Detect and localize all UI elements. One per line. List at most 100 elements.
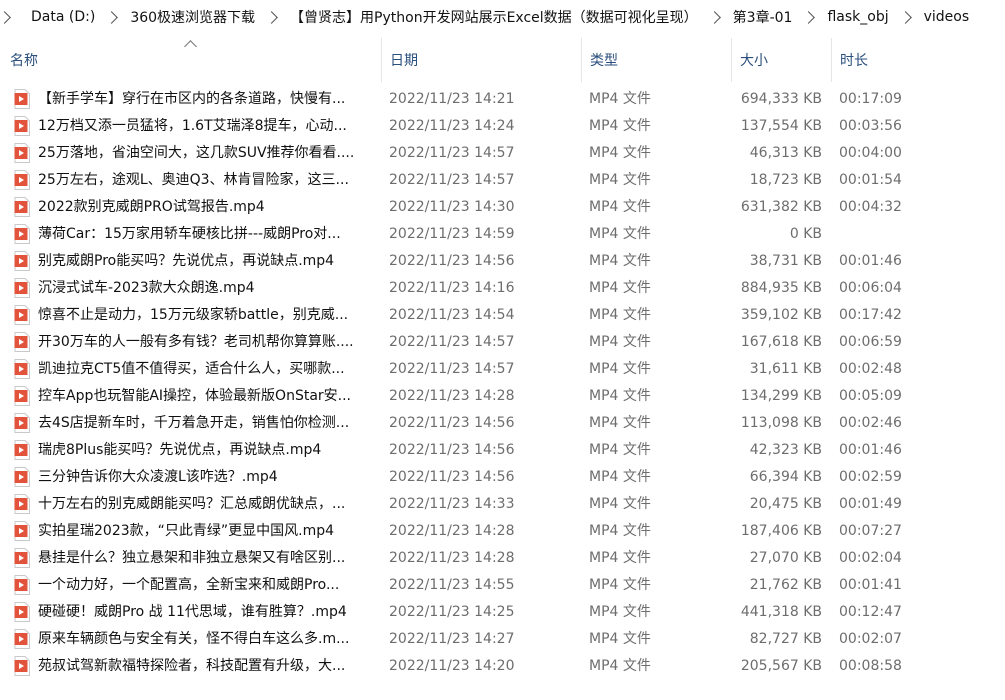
file-type: MP4 文件 xyxy=(589,631,651,647)
file-name: 凯迪拉克CT5值不值得买，适合什么人，买哪款... xyxy=(38,361,345,377)
breadcrumb-item[interactable]: videos xyxy=(920,0,974,34)
file-row[interactable]: 一个动力好，一个配置高，全新宝来和威朗Pro... 2022/11/23 14:5… xyxy=(0,572,1005,599)
file-duration: 00:17:09 xyxy=(839,91,902,107)
file-row[interactable]: 【新手学车】穿行在市区内的各条道路，快慢有... 2022/11/23 14:21… xyxy=(0,86,1005,113)
chevron-right-icon[interactable] xyxy=(105,10,119,24)
file-name: 25万落地，省油空间大，这几款SUV推荐你看看.... xyxy=(38,145,355,161)
breadcrumb-item[interactable]: 360极速浏览器下载 xyxy=(126,0,259,34)
file-type: MP4 文件 xyxy=(589,388,651,404)
file-row[interactable]: 沉浸式试车-2023款大众朗逸.mp4 2022/11/23 14:16 MP4 文… xyxy=(0,275,1005,302)
file-date: 2022/11/23 14:57 xyxy=(389,361,515,377)
file-name: 【新手学车】穿行在市区内的各条道路，快慢有... xyxy=(38,91,346,107)
chevron-right-icon[interactable] xyxy=(707,10,721,24)
file-name: 一个动力好，一个配置高，全新宝来和威朗Pro... xyxy=(38,577,340,593)
column-header-name[interactable]: 名称 xyxy=(2,38,382,82)
file-row[interactable]: 三分钟告诉你大众凌渡L该咋选？.mp4 2022/11/23 14:56 MP4 文… xyxy=(0,464,1005,491)
breadcrumb-item[interactable]: flask_obj xyxy=(823,0,892,34)
file-date: 2022/11/23 14:24 xyxy=(389,118,515,134)
file-type: MP4 文件 xyxy=(589,226,651,242)
file-name: 苑叔试驾新款福特探险者，科技配置有升级，大... xyxy=(38,658,346,674)
file-duration: 00:04:00 xyxy=(839,145,902,161)
file-size: 134,299 KB xyxy=(740,388,822,404)
file-row[interactable]: 苑叔试驾新款福特探险者，科技配置有升级，大... 2022/11/23 14:20… xyxy=(0,653,1005,680)
file-date: 2022/11/23 14:20 xyxy=(389,658,515,674)
file-row[interactable]: 去4S店提新车时，千万着急开走，销售怕你检测... 2022/11/23 14:5… xyxy=(0,410,1005,437)
file-size: 137,554 KB xyxy=(740,118,822,134)
breadcrumb-label: 360极速浏览器下载 xyxy=(130,10,256,26)
file-row[interactable]: 原来车辆颜色与安全有关，怪不得白车这么多.m... 2022/11/23 14:2… xyxy=(0,626,1005,653)
chevron-right-icon[interactable] xyxy=(898,10,912,24)
file-row[interactable]: 12万档又添一员猛将，1.6T艾瑞泽8提车，心动... 2022/11/23 14… xyxy=(0,113,1005,140)
file-type: MP4 文件 xyxy=(589,145,651,161)
file-row[interactable]: 十万左右的别克威朗能买吗？汇总威朗优缺点，... 2022/11/23 14:33… xyxy=(0,491,1005,518)
breadcrumb-label: Data (D:) xyxy=(31,9,96,25)
video-file-icon xyxy=(13,386,31,406)
file-size: 187,406 KB xyxy=(740,523,822,539)
file-duration: 00:02:07 xyxy=(839,631,902,647)
file-size: 46,313 KB xyxy=(749,145,822,161)
column-header-type[interactable]: 类型 xyxy=(581,38,731,82)
file-type: MP4 文件 xyxy=(589,361,651,377)
file-date: 2022/11/23 14:30 xyxy=(389,199,515,215)
breadcrumb-item[interactable]: 第3章-01 xyxy=(729,0,797,34)
file-duration: 00:01:41 xyxy=(839,577,902,593)
file-name: 12万档又添一员猛将，1.6T艾瑞泽8提车，心动... xyxy=(38,118,347,134)
file-type: MP4 文件 xyxy=(589,118,651,134)
video-file-icon xyxy=(13,413,31,433)
file-row[interactable]: 实拍星瑞2023款，“只此青绿”更显中国风.mp4 2022/11/23 14:2… xyxy=(0,518,1005,545)
file-duration: 00:02:04 xyxy=(839,550,902,566)
file-row[interactable]: 别克威朗Pro能买吗？先说优点，再说缺点.mp4 2022/11/23 14:56… xyxy=(0,248,1005,275)
file-size: 113,098 KB xyxy=(740,415,822,431)
file-duration: 00:17:42 xyxy=(839,307,902,323)
file-row[interactable]: 悬挂是什么？独立悬架和非独立悬架又有啥区别... 2022/11/23 14:28… xyxy=(0,545,1005,572)
file-size: 38,731 KB xyxy=(749,253,822,269)
file-type: MP4 文件 xyxy=(589,199,651,215)
file-date: 2022/11/23 14:59 xyxy=(389,226,515,242)
file-row[interactable]: 凯迪拉克CT5值不值得买，适合什么人，买哪款... 2022/11/23 14:5… xyxy=(0,356,1005,383)
file-row[interactable]: 25万落地，省油空间大，这几款SUV推荐你看看.... 2022/11/23 14… xyxy=(0,140,1005,167)
file-name: 硬碰硬！威朗Pro 战 11代思域，谁有胜算？.mp4 xyxy=(38,604,347,620)
file-name: 薄荷Car：15万家用轿车硬核比拼---威朗Pro对... xyxy=(38,226,341,242)
file-row[interactable]: 惊喜不止是动力，15万元级家轿battle，别克威... 2022/11/23 1… xyxy=(0,302,1005,329)
file-row[interactable]: 开30万车的人一般有多有钱？老司机帮你算算账.... 2022/11/23 14:… xyxy=(0,329,1005,356)
file-duration: 00:06:04 xyxy=(839,280,902,296)
file-type: MP4 文件 xyxy=(589,334,651,350)
file-duration: 00:08:58 xyxy=(839,658,902,674)
file-size: 42,323 KB xyxy=(749,442,822,458)
file-size: 694,333 KB xyxy=(740,91,822,107)
file-type: MP4 文件 xyxy=(589,469,651,485)
breadcrumb-label: 第3章-01 xyxy=(732,10,793,26)
file-size: 441,318 KB xyxy=(740,604,822,620)
file-duration: 00:02:59 xyxy=(839,469,902,485)
chevron-right-icon[interactable] xyxy=(802,10,816,24)
file-duration: 00:07:27 xyxy=(839,523,902,539)
file-name: 十万左右的别克威朗能买吗？汇总威朗优缺点，... xyxy=(38,496,346,512)
breadcrumb-item[interactable]: Data (D:) xyxy=(8,0,99,34)
file-date: 2022/11/23 14:55 xyxy=(389,577,515,593)
file-name: 三分钟告诉你大众凌渡L该咋选？.mp4 xyxy=(38,469,278,485)
video-file-icon xyxy=(13,656,31,676)
breadcrumb-label: videos xyxy=(923,9,970,25)
file-row[interactable]: 2022款别克威朗PRO试驾报告.mp4 2022/11/23 14:30 MP4 … xyxy=(0,194,1005,221)
video-file-icon xyxy=(13,224,31,244)
file-name: 瑞虎8Plus能买吗？先说优点，再说缺点.mp4 xyxy=(38,442,322,458)
file-row[interactable]: 瑞虎8Plus能买吗？先说优点，再说缺点.mp4 2022/11/23 14:56… xyxy=(0,437,1005,464)
column-header-size[interactable]: 大小 xyxy=(731,38,831,82)
column-header-date[interactable]: 日期 xyxy=(381,38,581,82)
breadcrumb-item[interactable]: 【曾贤志】用Python开发网站展示Excel数据（数据可视化呈现） xyxy=(286,0,702,34)
column-header-row: 名称 日期 类型 大小 时长 xyxy=(0,38,1005,82)
file-size: 31,611 KB xyxy=(749,361,822,377)
file-name: 悬挂是什么？独立悬架和非独立悬架又有啥区别... xyxy=(38,550,346,566)
column-header-duration[interactable]: 时长 xyxy=(831,38,1005,82)
video-file-icon xyxy=(13,305,31,325)
chevron-right-icon[interactable] xyxy=(265,10,278,24)
file-size: 359,102 KB xyxy=(740,307,822,323)
file-row[interactable]: 控车App也玩智能AI操控，体验最新版OnStar安... 2022/11/23 … xyxy=(0,383,1005,410)
file-row[interactable]: 薄荷Car：15万家用轿车硬核比拼---威朗Pro对... 2022/11/23 … xyxy=(0,221,1005,248)
file-row[interactable]: 25万左右，途观L、奥迪Q3、林肯冒险家，这三... 2022/11/23 14:… xyxy=(0,167,1005,194)
file-date: 2022/11/23 14:54 xyxy=(389,307,515,323)
file-size: 0 KB xyxy=(789,226,822,242)
file-row[interactable]: 硬碰硬！威朗Pro 战 11代思域，谁有胜算？.mp4 2022/11/23 14… xyxy=(0,599,1005,626)
file-date: 2022/11/23 14:57 xyxy=(389,145,515,161)
file-name: 控车App也玩智能AI操控，体验最新版OnStar安... xyxy=(38,388,352,404)
